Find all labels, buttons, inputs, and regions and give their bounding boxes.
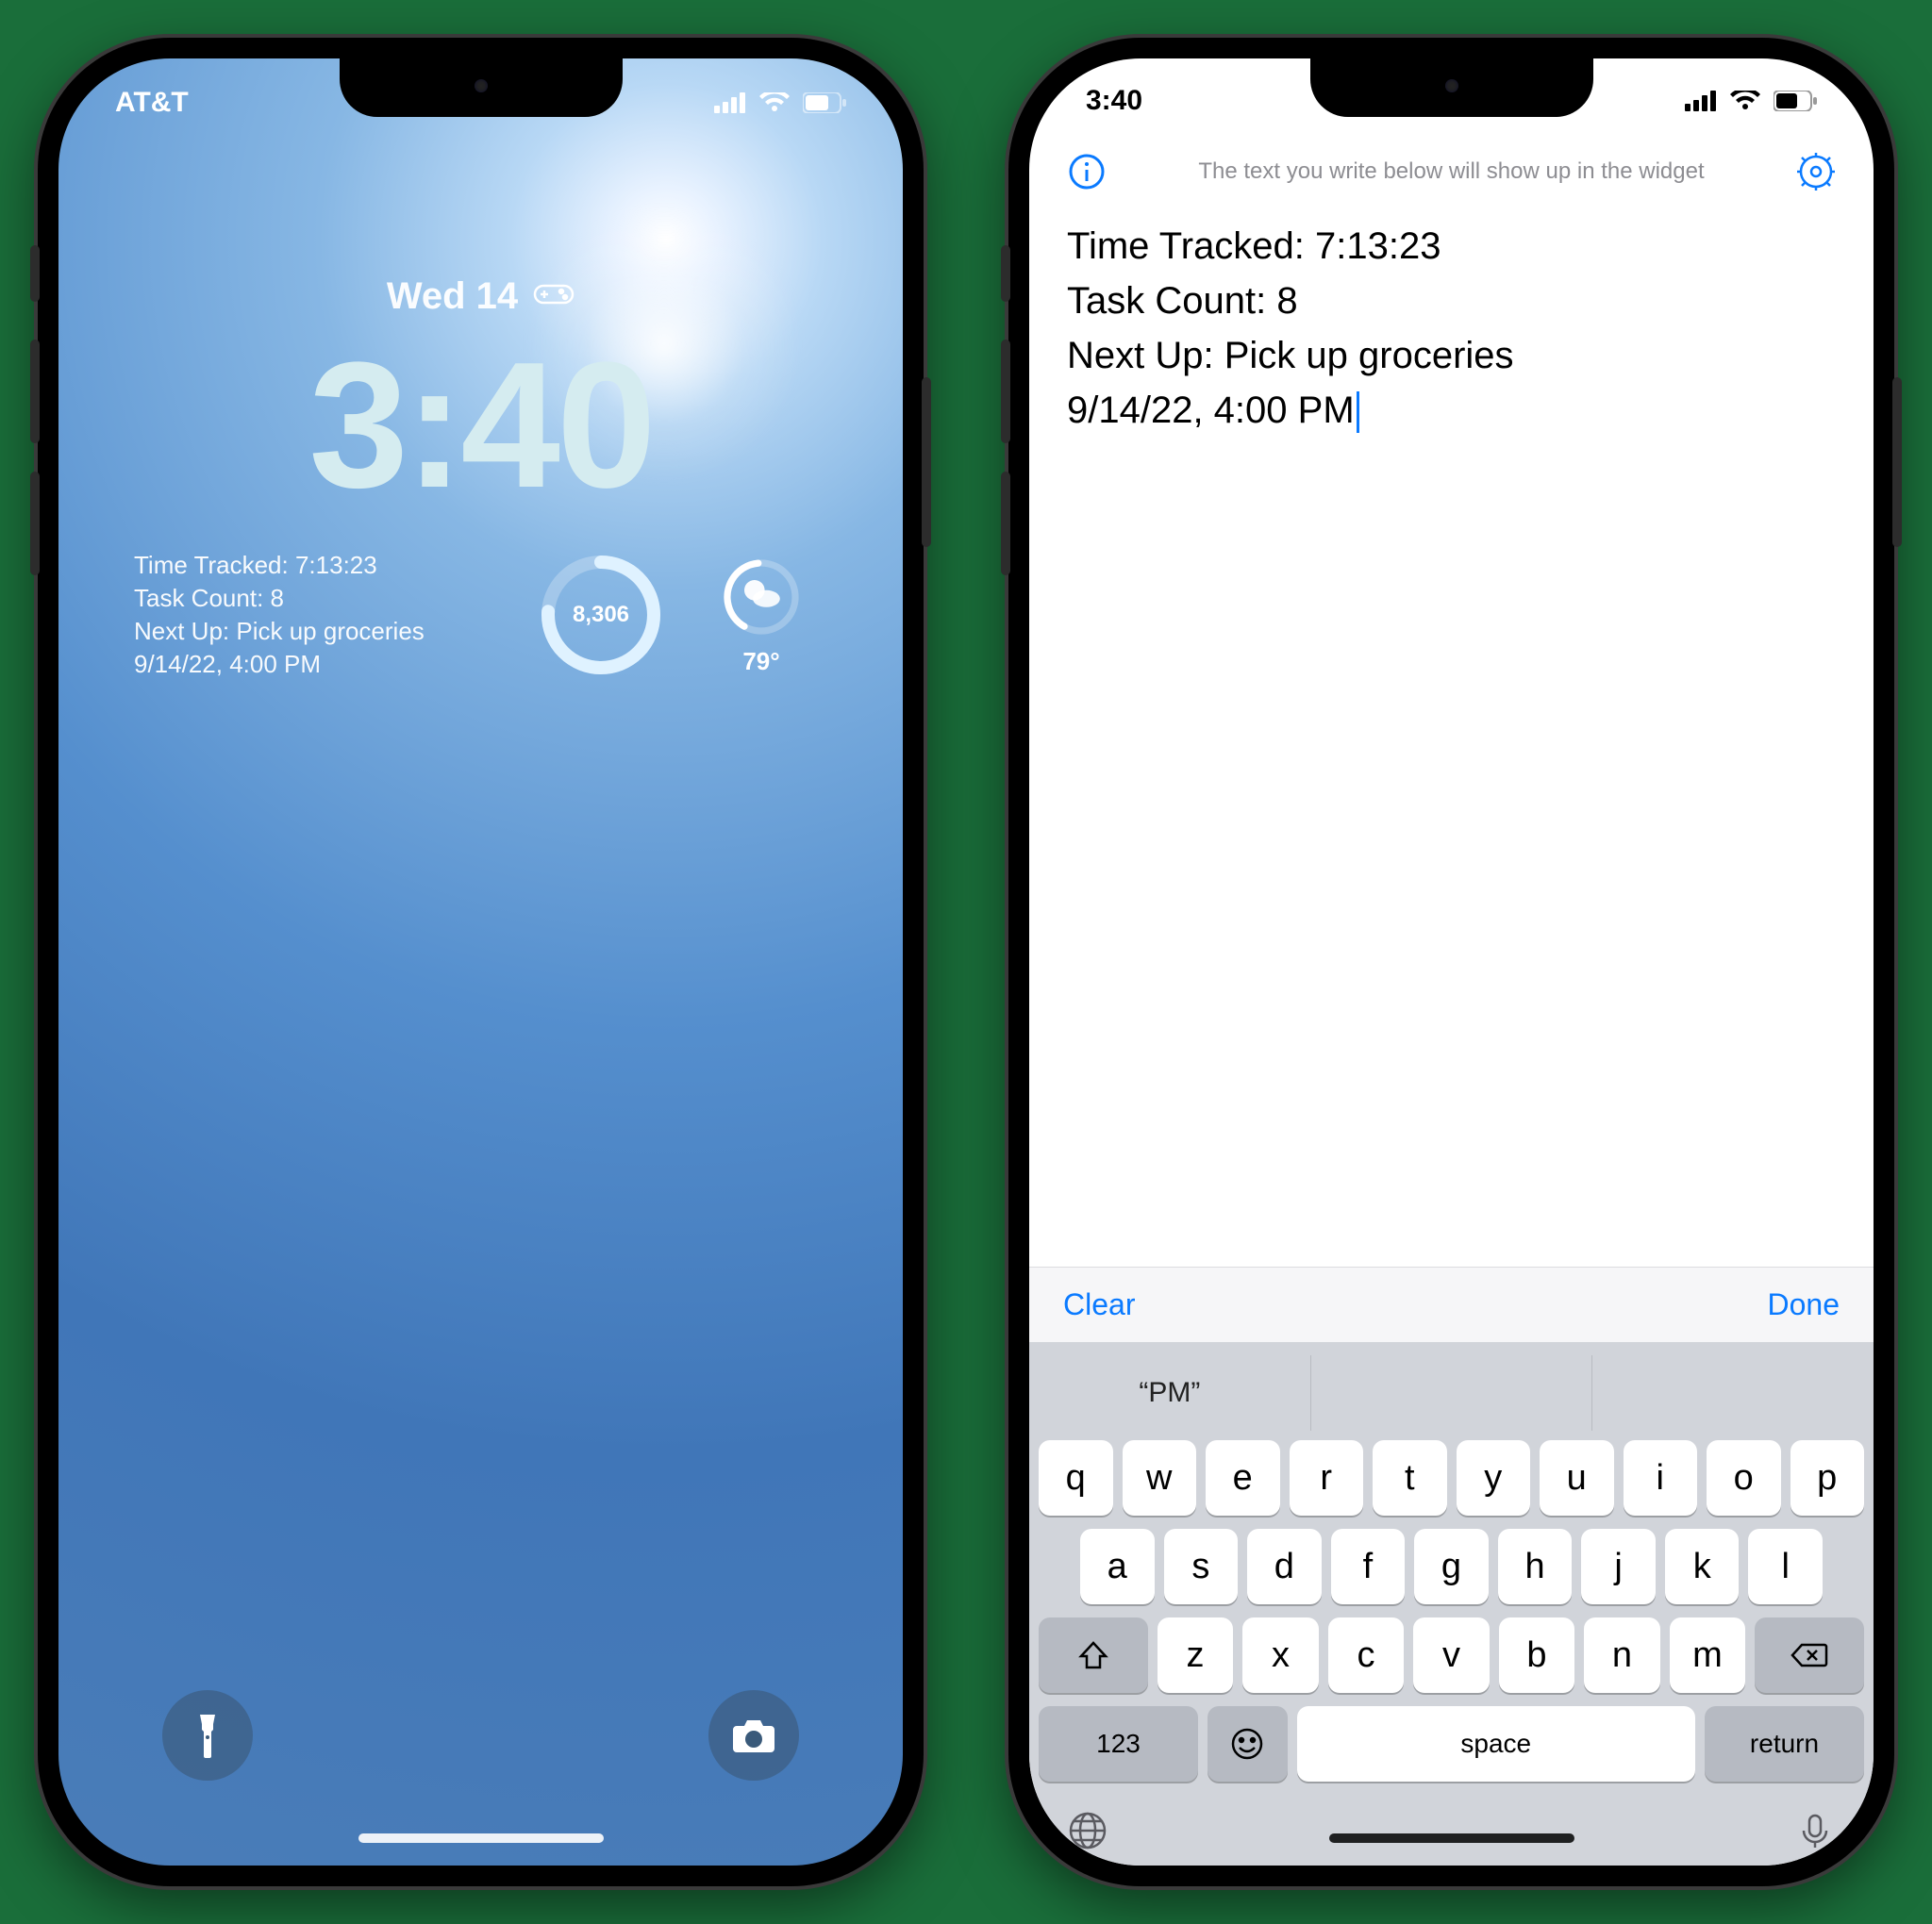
carrier-label: AT&T xyxy=(115,87,189,119)
app-toolbar: The text you write below will show up in… xyxy=(1029,134,1874,209)
text-widget[interactable]: Time Tracked: 7:13:23 Task Count: 8 Next… xyxy=(134,549,507,681)
key-y[interactable]: y xyxy=(1457,1440,1531,1516)
key-h[interactable]: h xyxy=(1498,1529,1573,1604)
suggestion-bar: “PM” xyxy=(1029,1355,1874,1431)
key-q[interactable]: q xyxy=(1039,1440,1113,1516)
lock-widgets-row: Time Tracked: 7:13:23 Task Count: 8 Next… xyxy=(134,549,827,681)
weather-widget[interactable]: 79° xyxy=(695,549,827,681)
note-line: Next Up: Pick up groceries xyxy=(1067,328,1836,383)
notch xyxy=(1310,58,1593,117)
flashlight-button[interactable] xyxy=(162,1690,253,1781)
keyboard-row-3: zxcvbnm xyxy=(1039,1617,1864,1693)
shift-key[interactable] xyxy=(1039,1617,1148,1693)
wifi-icon xyxy=(1730,91,1760,111)
camera-button[interactable] xyxy=(708,1690,799,1781)
backspace-key[interactable] xyxy=(1755,1617,1864,1693)
key-r[interactable]: r xyxy=(1290,1440,1364,1516)
home-indicator[interactable] xyxy=(358,1833,604,1843)
key-l[interactable]: l xyxy=(1748,1529,1823,1604)
info-button[interactable] xyxy=(1063,148,1110,195)
key-d[interactable]: d xyxy=(1247,1529,1322,1604)
key-b[interactable]: b xyxy=(1499,1617,1574,1693)
widget-line: Time Tracked: 7:13:23 xyxy=(134,549,507,582)
key-z[interactable]: z xyxy=(1158,1617,1233,1693)
notch xyxy=(340,58,623,117)
battery-icon xyxy=(803,92,846,113)
key-p[interactable]: p xyxy=(1790,1440,1865,1516)
key-o[interactable]: o xyxy=(1707,1440,1781,1516)
key-u[interactable]: u xyxy=(1540,1440,1614,1516)
keyboard-row-1: qwertyuiop xyxy=(1039,1440,1864,1516)
done-button[interactable]: Done xyxy=(1768,1287,1840,1322)
lock-screen: AT&T Wed 14 xyxy=(58,58,903,1866)
numbers-key[interactable]: 123 xyxy=(1039,1706,1198,1782)
key-k[interactable]: k xyxy=(1665,1529,1740,1604)
lock-date: Wed 14 xyxy=(387,275,518,318)
note-textarea[interactable]: Time Tracked: 7:13:23 Task Count: 8 Next… xyxy=(1029,209,1874,1267)
activity-ring-widget[interactable]: 8,306 xyxy=(535,549,667,681)
cellular-icon xyxy=(1685,91,1717,111)
key-a[interactable]: a xyxy=(1080,1529,1155,1604)
keyboard: “PM” qwertyuiop asdfghjkl zxcvbnm xyxy=(1029,1342,1874,1866)
key-s[interactable]: s xyxy=(1164,1529,1239,1604)
widget-line: Next Up: Pick up groceries xyxy=(134,615,507,648)
suggestion-empty[interactable] xyxy=(1592,1355,1874,1431)
lock-time: 3:40 xyxy=(58,323,903,528)
text-cursor xyxy=(1357,391,1359,433)
note-line: 9/14/22, 4:00 PM xyxy=(1067,390,1355,431)
battery-icon xyxy=(1774,91,1817,111)
suggestion[interactable]: “PM” xyxy=(1029,1355,1311,1431)
toolbar-hint: The text you write below will show up in… xyxy=(1110,158,1792,185)
home-indicator[interactable] xyxy=(1329,1833,1574,1843)
globe-key[interactable] xyxy=(1067,1810,1108,1856)
phone-left: AT&T Wed 14 xyxy=(38,38,924,1886)
lock-date-row: Wed 14 xyxy=(58,275,903,318)
key-i[interactable]: i xyxy=(1624,1440,1698,1516)
key-w[interactable]: w xyxy=(1123,1440,1197,1516)
emoji-key[interactable] xyxy=(1208,1706,1288,1782)
cellular-icon xyxy=(714,92,746,113)
space-key[interactable]: space xyxy=(1297,1706,1696,1782)
suggestion-empty[interactable] xyxy=(1311,1355,1593,1431)
key-x[interactable]: x xyxy=(1242,1617,1318,1693)
key-n[interactable]: n xyxy=(1584,1617,1659,1693)
note-line: Time Tracked: 7:13:23 xyxy=(1067,219,1836,274)
weather-icon xyxy=(719,555,804,639)
key-e[interactable]: e xyxy=(1206,1440,1280,1516)
key-c[interactable]: c xyxy=(1328,1617,1404,1693)
keyboard-row-4: 123 space return xyxy=(1039,1706,1864,1782)
key-f[interactable]: f xyxy=(1331,1529,1406,1604)
app-screen: 3:40 The text you write b xyxy=(1029,58,1874,1866)
settings-button[interactable] xyxy=(1792,148,1840,195)
widget-line: 9/14/22, 4:00 PM xyxy=(134,648,507,681)
note-line: Task Count: 8 xyxy=(1067,274,1836,328)
key-g[interactable]: g xyxy=(1414,1529,1489,1604)
keyboard-accessory-bar: Clear Done xyxy=(1029,1267,1874,1342)
key-m[interactable]: m xyxy=(1670,1617,1745,1693)
status-time: 3:40 xyxy=(1086,85,1142,117)
key-j[interactable]: j xyxy=(1581,1529,1656,1604)
key-t[interactable]: t xyxy=(1373,1440,1447,1516)
gamepad-icon xyxy=(533,275,575,318)
keyboard-bottom-bar xyxy=(1029,1795,1874,1866)
clear-button[interactable]: Clear xyxy=(1063,1287,1135,1322)
ring-value: 8,306 xyxy=(535,549,667,681)
return-key[interactable]: return xyxy=(1705,1706,1864,1782)
keyboard-row-2: asdfghjkl xyxy=(1039,1529,1864,1604)
wifi-icon xyxy=(759,92,790,113)
widget-line: Task Count: 8 xyxy=(134,582,507,615)
dictation-key[interactable] xyxy=(1794,1810,1836,1856)
phone-right: 3:40 The text you write b xyxy=(1008,38,1894,1886)
temperature: 79° xyxy=(742,647,779,676)
key-v[interactable]: v xyxy=(1413,1617,1489,1693)
